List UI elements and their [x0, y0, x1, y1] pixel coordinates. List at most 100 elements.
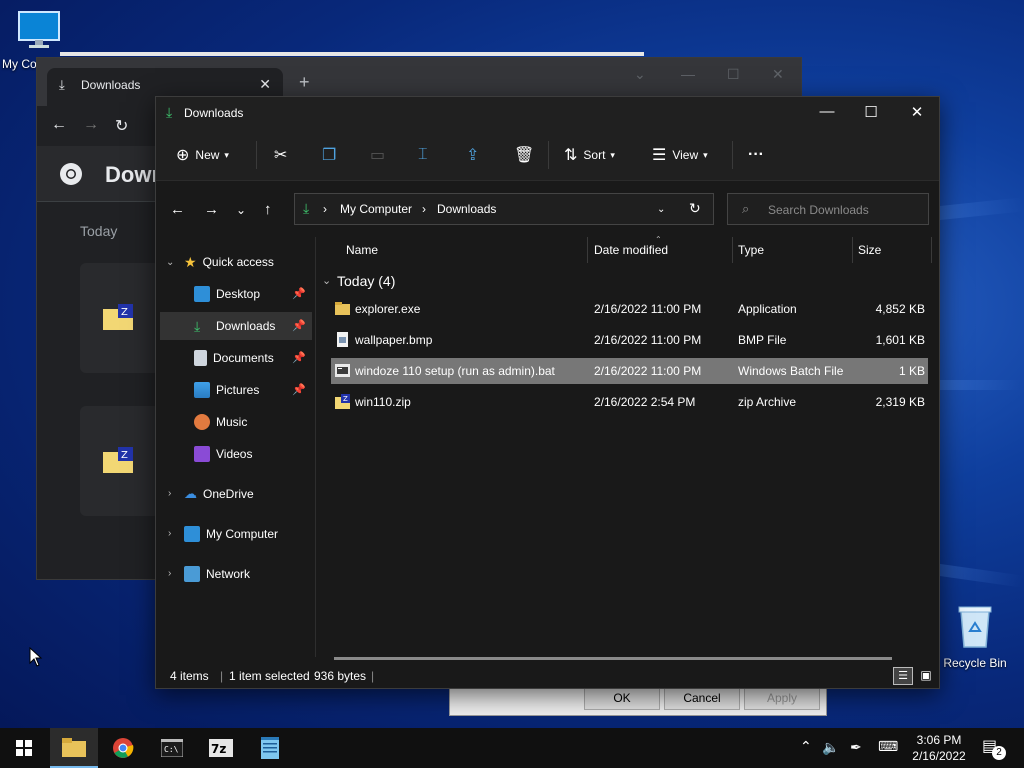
trash-icon: 🗑: [514, 147, 535, 164]
desktop-icon-recycle-bin[interactable]: Recycle Bin: [938, 603, 1012, 670]
minimize-icon[interactable]: —: [681, 66, 695, 82]
copy-icon: ❐: [322, 147, 337, 164]
chevron-right-icon[interactable]: ›: [168, 568, 171, 579]
nav-item-music[interactable]: Music: [160, 408, 312, 436]
minimize-icon[interactable]: —: [812, 103, 842, 123]
view-button[interactable]: ☰ View ▾: [652, 143, 708, 167]
large-icons-view-icon[interactable]: ▣: [916, 667, 936, 685]
taskbar-7zip[interactable]: 7z: [197, 728, 245, 768]
file-row-selected[interactable]: windoze 110 setup (run as admin).bat 2/1…: [331, 358, 928, 384]
search-placeholder: Search Downloads: [768, 203, 869, 217]
taskbar-notepad[interactable]: [246, 728, 294, 768]
address-bar[interactable]: ⤓ › My Computer › Downloads ⌄ ↻: [294, 193, 714, 225]
keyboard-icon[interactable]: ⌨: [878, 738, 898, 755]
close-icon[interactable]: ✕: [259, 76, 271, 93]
status-divider: |: [220, 669, 224, 683]
volume-icon[interactable]: 🔈: [822, 739, 839, 756]
monitor-icon: [18, 11, 60, 48]
cancel-button[interactable]: Cancel: [664, 687, 740, 710]
sort-button[interactable]: ⇅ Sort ▾: [564, 143, 615, 167]
share-button[interactable]: ⇪: [466, 143, 485, 167]
status-item-count: 4 items: [170, 669, 209, 683]
maximize-icon[interactable]: ☐: [856, 103, 886, 123]
column-divider[interactable]: [732, 237, 733, 263]
column-header-type[interactable]: Type: [738, 243, 764, 269]
file-type: Windows Batch File: [738, 364, 844, 378]
nav-item-pictures[interactable]: Pictures 📌: [160, 376, 312, 404]
chevron-down-icon[interactable]: ⌄: [657, 204, 665, 215]
maximize-icon[interactable]: ☐: [727, 66, 740, 83]
scissors-icon: ✂: [274, 147, 288, 164]
column-divider[interactable]: [852, 237, 853, 263]
refresh-icon[interactable]: ↻: [689, 200, 701, 217]
download-card[interactable]: Z: [80, 406, 160, 516]
chevron-down-icon[interactable]: ⌄: [322, 274, 331, 287]
taskbar-clock[interactable]: 3:06 PM 2/16/2022: [906, 732, 972, 764]
nav-item-documents[interactable]: Documents 📌: [160, 344, 312, 372]
details-view-icon[interactable]: ☰: [893, 667, 913, 685]
search-box[interactable]: ⌕ Search Downloads: [727, 193, 929, 225]
breadcrumb-my-computer[interactable]: My Computer: [340, 202, 412, 216]
recent-locations-icon[interactable]: ⌄: [236, 203, 246, 217]
nav-label: My Computer: [206, 527, 279, 541]
pin-icon[interactable]: 📌: [292, 287, 306, 300]
rename-button[interactable]: ⌶: [418, 143, 434, 167]
taskbar-chrome[interactable]: [99, 728, 147, 768]
apply-button[interactable]: Apply: [744, 687, 820, 710]
pin-icon[interactable]: 📌: [292, 351, 306, 364]
pin-icon[interactable]: 📌: [292, 383, 306, 396]
document-icon: [194, 350, 207, 366]
start-button[interactable]: [0, 728, 48, 768]
pen-icon[interactable]: ✒: [850, 739, 862, 756]
horizontal-scrollbar[interactable]: [334, 657, 892, 660]
column-header-size[interactable]: Size: [858, 243, 881, 269]
notification-center-button[interactable]: ▤ 2: [982, 736, 1006, 760]
nav-item-my-computer[interactable]: My Computer: [184, 520, 312, 548]
nav-item-onedrive[interactable]: ☁ OneDrive: [184, 480, 312, 508]
more-icon: ···: [748, 146, 764, 163]
download-card[interactable]: Z: [80, 263, 160, 373]
chevron-right-icon[interactable]: ›: [168, 488, 171, 499]
nav-item-videos[interactable]: Videos: [160, 440, 312, 468]
paste-button[interactable]: ▭: [370, 143, 391, 167]
file-row[interactable]: explorer.exe 2/16/2022 11:00 PM Applicat…: [331, 296, 928, 322]
delete-button[interactable]: 🗑: [514, 143, 540, 167]
taskbar-file-explorer[interactable]: [50, 728, 98, 768]
nav-item-quick-access[interactable]: ★ Quick access: [184, 248, 312, 276]
column-header-date[interactable]: Date modified: [594, 243, 668, 269]
file-date: 2/16/2022 11:00 PM: [594, 302, 702, 316]
column-header-name[interactable]: Name: [346, 243, 378, 269]
file-row[interactable]: Z win110.zip 2/16/2022 2:54 PM zip Archi…: [331, 389, 928, 415]
new-tab-icon[interactable]: +: [299, 72, 310, 93]
nav-item-network[interactable]: Network: [184, 560, 312, 588]
chevron-down-icon[interactable]: ⌄: [634, 66, 646, 83]
explorer-toolbar: ⊕ New ▾ ✂ ❐ ▭ ⌶ ⇪ 🗑 ⇅ Sort ▾ ☰ View ▾ ··…: [156, 129, 939, 181]
file-explorer-window[interactable]: ⤓ Downloads — ☐ ✕ ⊕ New ▾ ✂ ❐ ▭ ⌶ ⇪ 🗑 ⇅ …: [155, 96, 940, 689]
chevron-up-icon[interactable]: ⌃: [800, 738, 812, 755]
more-options-button[interactable]: ···: [748, 143, 764, 167]
column-divider[interactable]: [587, 237, 588, 263]
chevron-right-icon[interactable]: ›: [168, 528, 171, 539]
close-icon[interactable]: ✕: [772, 66, 784, 83]
nav-item-desktop[interactable]: Desktop 📌: [160, 280, 312, 308]
back-arrow-icon[interactable]: ←: [51, 116, 67, 134]
group-header-today[interactable]: Today (4): [337, 273, 395, 289]
taskbar-command-prompt[interactable]: C:\: [148, 728, 196, 768]
forward-arrow-icon[interactable]: →: [204, 201, 219, 218]
close-icon[interactable]: ✕: [902, 103, 932, 123]
up-arrow-icon[interactable]: ↑: [264, 201, 272, 218]
column-divider[interactable]: [931, 237, 932, 263]
pin-icon[interactable]: 📌: [292, 319, 306, 332]
chevron-down-icon[interactable]: ⌄: [166, 257, 174, 268]
breadcrumb-downloads[interactable]: Downloads: [437, 202, 496, 216]
back-arrow-icon[interactable]: ←: [170, 201, 185, 218]
7zip-icon: 7z: [209, 739, 233, 757]
ok-button[interactable]: OK: [584, 687, 660, 710]
cut-button[interactable]: ✂: [274, 143, 293, 167]
copy-button[interactable]: ❐: [322, 143, 342, 167]
reload-icon[interactable]: ↻: [115, 116, 128, 136]
forward-arrow-icon[interactable]: →: [83, 116, 99, 134]
file-row[interactable]: wallpaper.bmp 2/16/2022 11:00 PM BMP Fil…: [331, 327, 928, 353]
nav-item-downloads[interactable]: ⤓ Downloads 📌: [160, 312, 312, 340]
new-button[interactable]: ⊕ New ▾: [176, 143, 229, 167]
